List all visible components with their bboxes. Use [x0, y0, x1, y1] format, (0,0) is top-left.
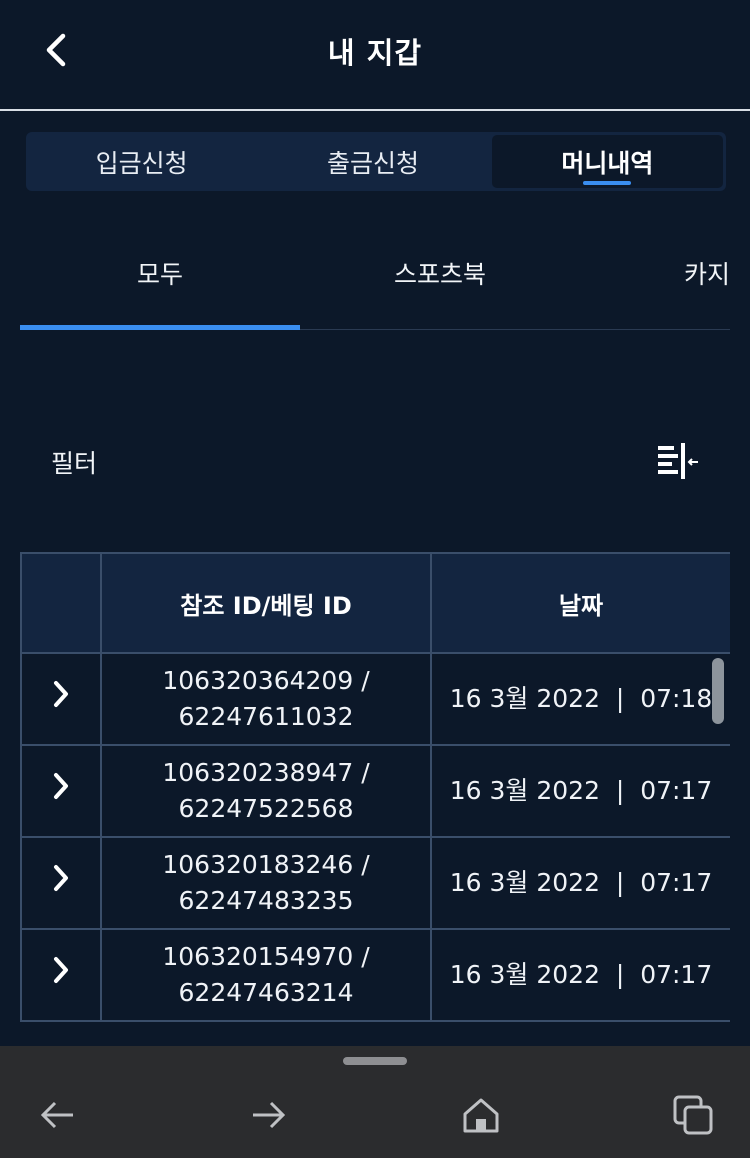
filter-label: 필터 — [51, 449, 98, 478]
table-row[interactable]: 106320183246 / 62247483235 16 3월 2022 | 0… — [20, 836, 730, 930]
bet-id: 62247611032 — [178, 702, 354, 731]
expand-row-button[interactable] — [20, 836, 102, 930]
table-row[interactable]: 106320154970 / 62247463214 16 3월 2022 | 0… — [20, 928, 730, 1022]
subtab-label: 카지 — [684, 260, 731, 289]
history-table: 참조 ID/베팅 ID 날짜 106320364209 / 62247611032… — [20, 552, 730, 1026]
bet-id: 62247463214 — [178, 978, 354, 1007]
expand-row-button[interactable] — [20, 652, 102, 746]
tabs-icon — [673, 1095, 713, 1135]
reference-id-cell: 106320154970 / 62247463214 — [100, 928, 432, 1022]
date-cell: 16 3월 2022 | 07:17 — [430, 928, 730, 1022]
app-header: 내 지갑 — [0, 0, 750, 109]
subtab-active-indicator — [20, 325, 300, 330]
reference-id-cell: 106320238947 / 62247522568 — [100, 744, 432, 838]
chevron-right-icon — [54, 957, 68, 983]
chevron-right-icon — [54, 773, 68, 799]
header-divider — [0, 109, 750, 111]
table-row[interactable]: 106320364209 / 62247611032 16 3월 2022 | 0… — [20, 652, 730, 746]
subtab-label: 모두 — [136, 260, 183, 289]
table-scrollbar[interactable] — [712, 658, 724, 724]
history-category-tabs: 모두 스포츠북 카지 — [20, 230, 750, 330]
home-icon — [463, 1098, 499, 1133]
tab-label: 출금신청 — [326, 148, 419, 178]
subtab-all[interactable]: 모두 — [20, 230, 300, 316]
table-header-row: 참조 ID/베팅 ID 날짜 — [20, 552, 730, 654]
browser-back-button[interactable] — [32, 1090, 82, 1140]
tab-label: 입금신청 — [95, 148, 188, 178]
filter-collapse-icon — [658, 443, 698, 479]
browser-forward-button[interactable] — [244, 1090, 294, 1140]
expand-row-button[interactable] — [20, 744, 102, 838]
tab-money-history[interactable]: 머니내역 — [491, 135, 723, 188]
browser-bottom-bar — [0, 1046, 750, 1158]
reference-id: 106320364209 / — [162, 666, 370, 695]
page-title: 내 지갑 — [327, 36, 423, 70]
wallet-segment-tabs: 입금신청 출금신청 머니내역 — [26, 132, 726, 191]
date-cell: 16 3월 2022 | 07:18 — [430, 652, 730, 746]
subtab-sportsbook[interactable]: 스포츠북 — [300, 230, 580, 316]
browser-home-button[interactable] — [456, 1090, 506, 1140]
reference-id: 106320183246 / — [162, 850, 370, 879]
tab-deposit-request[interactable]: 입금신청 — [26, 132, 257, 191]
chevron-right-icon — [54, 681, 68, 707]
drag-handle[interactable] — [343, 1057, 407, 1065]
back-arrow-icon — [40, 1101, 73, 1129]
tab-label: 머니내역 — [561, 148, 654, 178]
date-cell: 16 3월 2022 | 07:17 — [430, 744, 730, 838]
reference-id-column-header: 참조 ID/베팅 ID — [100, 552, 432, 654]
bet-id: 62247522568 — [178, 794, 354, 823]
date-cell: 16 3월 2022 | 07:17 — [430, 836, 730, 930]
expand-row-button[interactable] — [20, 928, 102, 1022]
reference-id: 106320154970 / — [162, 942, 370, 971]
bet-id: 62247483235 — [178, 886, 354, 915]
reference-id-cell: 106320183246 / 62247483235 — [100, 836, 432, 930]
expand-column-header — [20, 552, 102, 654]
subtab-casino[interactable]: 카지 — [684, 230, 750, 316]
subtab-label: 스포츠북 — [393, 260, 486, 289]
reference-id: 106320238947 / — [162, 758, 370, 787]
tab-withdraw-request[interactable]: 출금신청 — [257, 132, 488, 191]
reference-id-cell: 106320364209 / 62247611032 — [100, 652, 432, 746]
active-tab-underline — [583, 181, 632, 185]
chevron-right-icon — [54, 865, 68, 891]
filter-toggle-button[interactable] — [652, 438, 702, 486]
forward-arrow-icon — [253, 1101, 286, 1129]
date-column-header: 날짜 — [430, 552, 730, 654]
browser-tabs-button[interactable] — [668, 1090, 718, 1140]
table-row[interactable]: 106320238947 / 62247522568 16 3월 2022 | 0… — [20, 744, 730, 838]
